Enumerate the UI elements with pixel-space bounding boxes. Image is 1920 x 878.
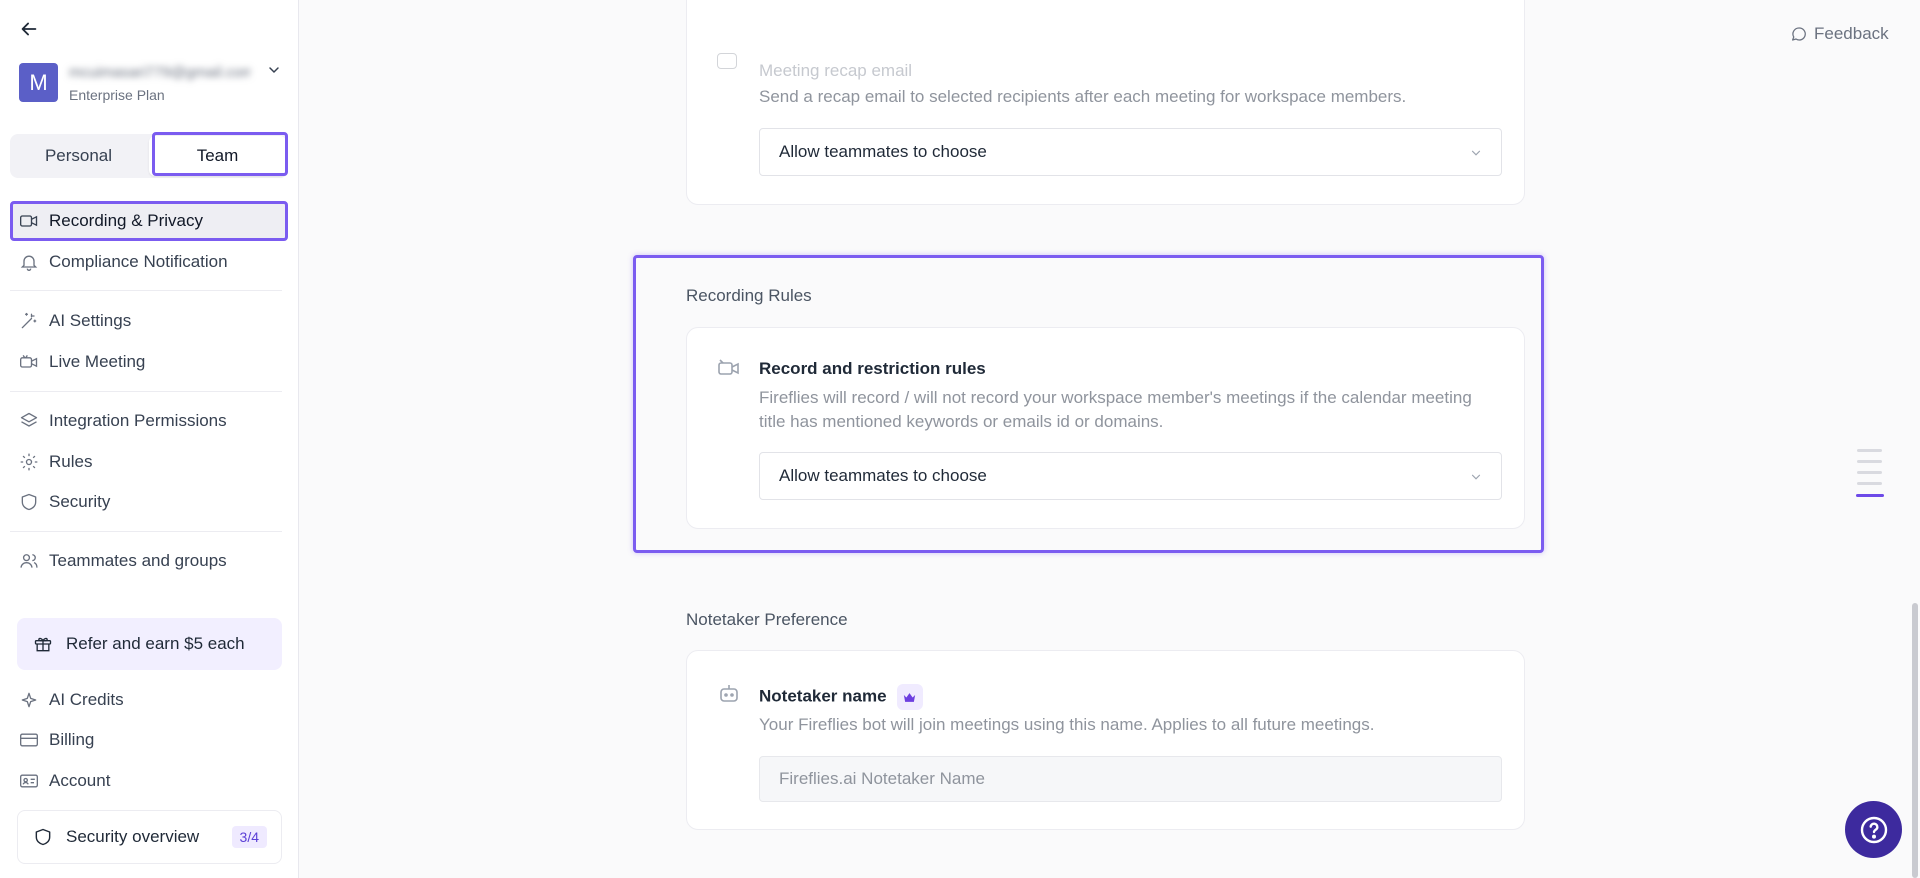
- sidebar-item-label: Integration Permissions: [49, 411, 227, 430]
- help-button[interactable]: [1845, 801, 1902, 858]
- chevron-down-icon[interactable]: [266, 62, 282, 78]
- back-arrow-icon[interactable]: [18, 18, 40, 40]
- sidebar-item-label: Rules: [49, 452, 93, 471]
- security-overview-label: Security overview: [66, 827, 200, 846]
- bell-icon: [20, 255, 38, 271]
- section-title-recording-rules: Recording Rules: [686, 286, 812, 305]
- scrollbar[interactable]: [1912, 603, 1918, 878]
- tab-team[interactable]: Team: [149, 136, 286, 176]
- sidebar-item-label: Compliance Notification: [49, 252, 228, 271]
- sidebar-item-label: AI Settings: [49, 311, 132, 330]
- credit-card-icon: [20, 733, 38, 747]
- notetaker-title-row: Notetaker name: [759, 684, 923, 710]
- sidebar-item-label: Account: [49, 771, 111, 790]
- id-card-icon: [20, 774, 38, 788]
- recording-rules-card: Record and restriction rules Fireflies w…: [686, 327, 1525, 529]
- live-video-icon: [20, 354, 38, 368]
- sidebar-item-label: Teammates and groups: [49, 551, 227, 570]
- recap-select-value: Allow teammates to choose: [779, 142, 987, 161]
- sidebar-item-recording-privacy[interactable]: Recording & Privacy: [10, 203, 288, 239]
- section-title-notetaker: Notetaker Preference: [686, 610, 848, 629]
- sidebar-item-teammates[interactable]: Teammates and groups: [10, 543, 288, 579]
- section-nav-mark[interactable]: [1857, 460, 1882, 463]
- notetaker-title: Notetaker name: [759, 686, 887, 706]
- recording-rules-select-value: Allow teammates to choose: [779, 466, 987, 485]
- gift-icon: [34, 637, 52, 652]
- account-switcher[interactable]: M mcuimasari779@gmail.com Enterprise Pla…: [19, 63, 251, 103]
- magic-wand-icon: [21, 312, 37, 329]
- feedback-button[interactable]: Feedback: [1790, 24, 1889, 44]
- video-slash-icon: [718, 359, 739, 375]
- security-overview-button[interactable]: Security overview 3/4: [17, 810, 282, 864]
- crown-icon: [896, 684, 923, 710]
- section-nav-mark[interactable]: [1857, 471, 1882, 474]
- layers-icon: [20, 412, 38, 427]
- nav-divider: [10, 290, 282, 291]
- tab-personal[interactable]: Personal: [10, 134, 147, 178]
- users-icon: [20, 554, 38, 568]
- sidebar-item-label: Billing: [49, 730, 95, 749]
- chevron-down-icon: [1471, 150, 1481, 156]
- refer-label: Refer and earn $5 each: [66, 634, 245, 653]
- bot-icon: [720, 685, 738, 702]
- chevron-down-icon: [1471, 474, 1481, 480]
- recording-rules-desc: Fireflies will record / will not record …: [759, 388, 1472, 431]
- feedback-label: Feedback: [1814, 24, 1889, 43]
- notetaker-name-input[interactable]: Fireflies.ai Notetaker Name: [759, 756, 1502, 802]
- sidebar-item-billing[interactable]: Billing: [10, 722, 288, 758]
- shield-icon: [21, 493, 37, 511]
- recording-rules-select[interactable]: Allow teammates to choose: [759, 452, 1502, 500]
- sidebar-item-security[interactable]: Security: [10, 484, 288, 520]
- mail-icon: [717, 53, 737, 69]
- video-camera-icon: [20, 215, 38, 227]
- status-badge: 3/4: [231, 826, 267, 848]
- account-email: mcuimasari779@gmail.com: [69, 64, 251, 81]
- sidebar-item-compliance[interactable]: Compliance Notification: [10, 244, 288, 280]
- scope-toggle: Personal Team: [10, 134, 288, 178]
- account-plan: Enterprise Plan: [69, 87, 165, 103]
- sidebar-item-integration-permissions[interactable]: Integration Permissions: [10, 403, 288, 439]
- sidebar-item-account[interactable]: Account: [10, 763, 288, 799]
- notetaker-name-placeholder: Fireflies.ai Notetaker Name: [779, 769, 985, 788]
- section-nav-mark[interactable]: [1857, 482, 1882, 485]
- notetaker-card: Notetaker name Your Fireflies bot will j…: [686, 650, 1525, 830]
- recap-desc: Send a recap email to selected recipient…: [759, 87, 1407, 106]
- recap-card: Meeting recap email Send a recap email t…: [686, 0, 1525, 205]
- sidebar-item-label: Live Meeting: [49, 352, 146, 371]
- sparkle-icon: [21, 692, 37, 708]
- sidebar-item-ai-settings[interactable]: AI Settings: [10, 303, 288, 339]
- sidebar-item-ai-credits[interactable]: AI Credits: [10, 682, 288, 718]
- sidebar-item-rules[interactable]: Rules: [10, 444, 288, 480]
- nav-divider: [10, 391, 282, 392]
- recording-rules-title: Record and restriction rules: [759, 359, 986, 378]
- recap-title: Meeting recap email: [759, 61, 913, 80]
- sidebar-item-live-meeting[interactable]: Live Meeting: [10, 344, 288, 380]
- nav-divider: [10, 531, 282, 532]
- sidebar-item-label: Security: [49, 492, 111, 511]
- refer-button[interactable]: Refer and earn $5 each: [17, 618, 282, 670]
- notetaker-desc: Your Fireflies bot will join meetings us…: [759, 715, 1375, 734]
- gear-icon: [20, 453, 38, 471]
- sidebar-item-label: Recording & Privacy: [49, 211, 204, 230]
- question-icon: [1860, 816, 1887, 843]
- section-nav-mark-active[interactable]: [1856, 494, 1884, 497]
- sidebar: M mcuimasari779@gmail.com Enterprise Pla…: [0, 0, 299, 878]
- section-nav-mark[interactable]: [1857, 449, 1882, 452]
- recap-select[interactable]: Allow teammates to choose: [759, 128, 1502, 176]
- sidebar-item-label: AI Credits: [49, 690, 124, 709]
- avatar: M: [19, 63, 58, 102]
- chat-bubble-icon: [1791, 27, 1806, 41]
- shield-icon: [35, 828, 51, 846]
